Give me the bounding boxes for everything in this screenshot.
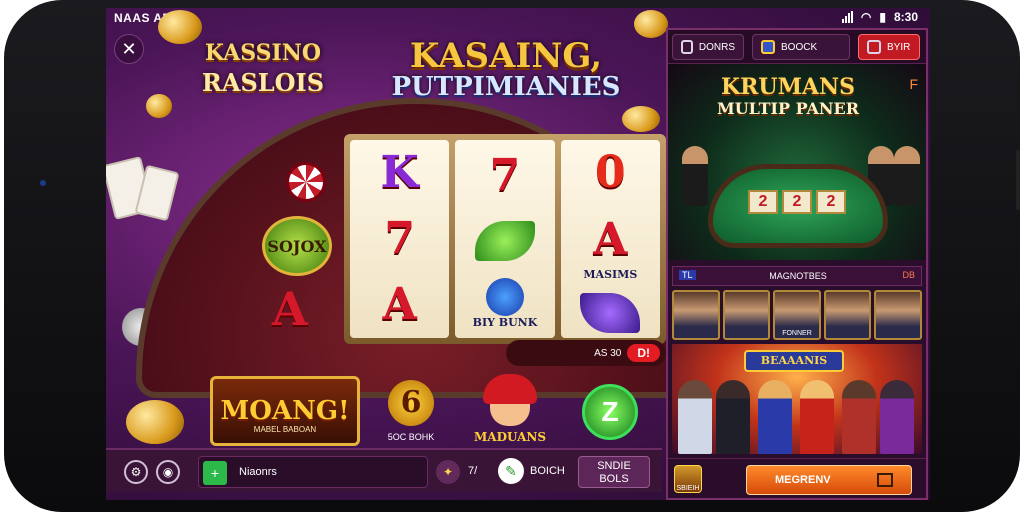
reel-1: K 7 A — [350, 140, 450, 338]
spin-button[interactable]: D! — [627, 344, 660, 362]
player-avatars: FONNER — [672, 290, 922, 340]
avatar[interactable] — [823, 290, 872, 340]
panel-button-donrs[interactable]: DONRS — [672, 34, 744, 60]
avatar[interactable] — [722, 290, 771, 340]
promo-figure — [880, 380, 914, 454]
box-icon — [877, 473, 893, 487]
right-panel: DONRS BOOCK BYIR KRUMANS MULTIP PANER F — [666, 28, 928, 500]
hero-close-mark[interactable]: F — [909, 76, 918, 92]
reel-symbol: A MASIMS — [583, 213, 638, 281]
tile-number: 6 — [388, 380, 434, 426]
avatar[interactable] — [672, 290, 720, 340]
status-time: 8:30 — [893, 10, 918, 24]
reel-symbol: A — [382, 279, 417, 330]
game-tile-moangi[interactable]: MOANG! MABEL BABOAN — [210, 376, 360, 446]
tile-subtitle: MABEL BABOAN — [253, 425, 317, 434]
avatar-label: FONNER — [782, 330, 812, 337]
status-icons: ◠ ▮ 8:30 — [841, 10, 918, 24]
counter-value: 7/ — [468, 465, 478, 477]
panel-button-byir[interactable]: BYIR — [858, 34, 920, 60]
wifi-icon: ◠ — [860, 10, 872, 24]
character-hat-icon — [483, 374, 537, 404]
reel-symbol: 0 — [595, 147, 626, 199]
promo-banner[interactable]: BEAAANIS — [672, 344, 922, 454]
treasure-chest-icon[interactable]: SBIEIH — [674, 465, 702, 493]
table-number: 2 — [782, 190, 812, 214]
coin-icon — [126, 400, 184, 444]
profile-icon[interactable]: ◉ — [156, 460, 180, 484]
game-tile-mario[interactable]: MADUANS — [462, 374, 558, 454]
coin-icon — [634, 10, 668, 38]
coin-icon — [146, 94, 172, 118]
poker-chip-icon — [286, 162, 326, 202]
bet-label: AS 30 — [594, 347, 622, 359]
status-bar: NAAS ARR ◠ ▮ 8:30 — [106, 8, 930, 28]
book-icon — [761, 40, 775, 54]
promo-figure — [716, 380, 750, 454]
plus-icon[interactable]: + — [203, 461, 227, 485]
bet-pill[interactable]: AS 30 D! — [506, 340, 666, 366]
camera-dot — [40, 180, 46, 186]
reel-3: 0 A MASIMS — [560, 140, 660, 338]
left-letter-symbol: A — [272, 282, 308, 336]
tile-subtitle: MADUANS — [473, 430, 547, 444]
panel-top-bar: DONRS BOOCK BYIR — [668, 30, 926, 64]
close-button[interactable]: ✕ — [114, 34, 144, 64]
purple-leaf-icon — [580, 292, 641, 333]
avatar[interactable]: FONNER — [773, 290, 821, 340]
panel-strip: TL MAGNOTBES DB — [672, 266, 922, 286]
coin-icon — [622, 106, 660, 132]
table-number: 2 — [816, 190, 846, 214]
strip-right-tag: DB — [902, 270, 915, 280]
exit-icon — [867, 40, 881, 54]
panel-bottom: SBIEIH MEGRENV — [668, 458, 926, 498]
promo-figure — [678, 380, 712, 454]
logo-kassino: KASSINO RASLOIS — [201, 40, 325, 97]
promo-figure — [842, 380, 876, 454]
blue-circle-icon — [485, 277, 524, 316]
signal-icon — [841, 11, 853, 23]
panel-cta-button[interactable]: MEGRENV — [746, 465, 912, 495]
tile-subtitle: 5OC BOHK — [387, 432, 435, 442]
table-number: 2 — [748, 190, 778, 214]
game-screen: NAAS ARR ◠ ▮ 8:30 ✕ KASSINO RASLOIS KASA… — [106, 8, 930, 500]
left-badge: SOJOX — [262, 216, 332, 276]
avatar[interactable] — [874, 290, 922, 340]
leaf-symbol-icon — [474, 220, 535, 261]
reel-2: 7 BIY BUNK — [455, 140, 555, 338]
chat-field[interactable]: + Niaonrs — [198, 456, 428, 488]
player-figure — [894, 146, 920, 206]
hero-title: KRUMANS MULTIP PANER — [717, 74, 859, 118]
panel-button-boock[interactable]: BOOCK — [752, 34, 850, 60]
chat-field-text: Niaonrs — [239, 466, 277, 478]
logo-main-title: KASAING, PUTPIMIANIES — [391, 36, 621, 102]
promo-figure — [800, 380, 834, 454]
promo-title: BEAAANIS — [744, 350, 844, 372]
gear-icon — [681, 40, 693, 54]
side-bets-button[interactable]: SNDIE BOLS — [578, 456, 650, 488]
player-figure — [682, 146, 708, 206]
strip-title: MAGNOTBES — [769, 271, 827, 281]
reel-symbol: 7 — [489, 150, 521, 202]
game-tile-six[interactable]: 6 5OC BOHK — [376, 380, 446, 450]
left-symbol-column: SOJOX A — [256, 158, 336, 338]
reel-symbol: BIY BUNK — [473, 277, 537, 330]
edit-icon[interactable]: ✎ — [498, 458, 524, 484]
multiplayer-hero[interactable]: KRUMANS MULTIP PANER F 2 2 2 — [668, 64, 926, 260]
promo-figure — [758, 380, 792, 454]
settings-icon[interactable]: ⚙ — [124, 460, 148, 484]
side-button — [1016, 150, 1020, 210]
reel-symbol: 7 — [384, 213, 415, 264]
counter-icon[interactable]: ✦ — [436, 460, 460, 484]
tile-title: MOANG! — [220, 396, 350, 426]
phone-frame: NAAS ARR ◠ ▮ 8:30 ✕ KASSINO RASLOIS KASA… — [4, 0, 1020, 512]
bottom-bar: ⚙ ◉ + Niaonrs ✦ 7/ ✎ BOICH SNDIE BOLS — [106, 448, 662, 492]
character-face-icon — [490, 404, 530, 426]
edit-label: BOICH — [530, 465, 565, 477]
slot-reels[interactable]: K 7 A 7 BIY BUNK 0 A MASIMS — [344, 134, 666, 344]
reel-symbol: K — [380, 147, 419, 198]
battery-icon: ▮ — [879, 10, 886, 24]
game-tile-z[interactable]: Z — [582, 384, 638, 440]
